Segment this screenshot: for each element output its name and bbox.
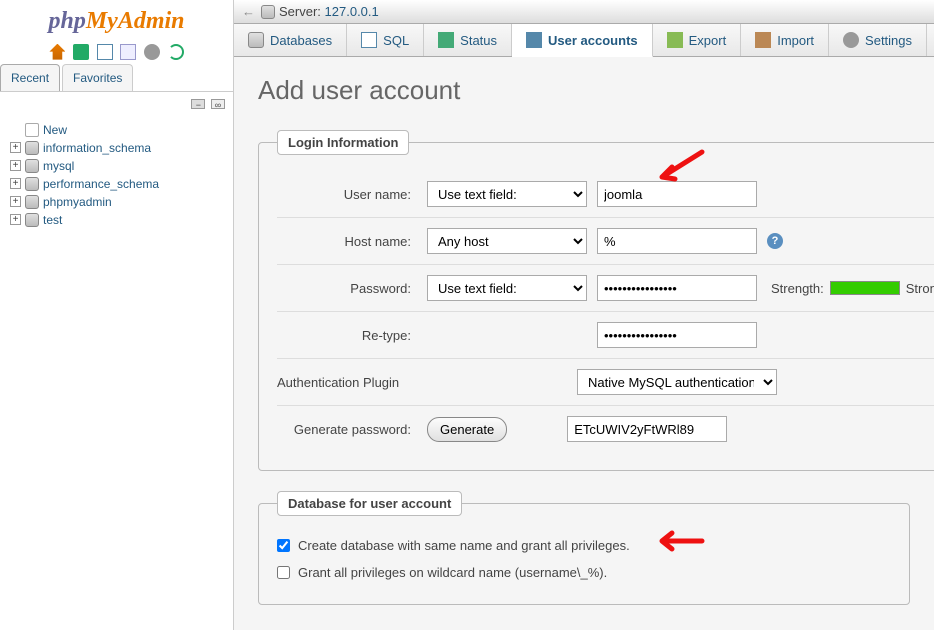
- tab-label: Databases: [270, 33, 332, 48]
- tab-label: User accounts: [548, 33, 638, 48]
- wildcard-label: Grant all privileges on wildcard name (u…: [298, 565, 607, 580]
- databases-icon: [248, 32, 264, 48]
- generated-password-input[interactable]: [567, 416, 727, 442]
- reload-icon[interactable]: [168, 44, 184, 60]
- database-icon: [25, 159, 39, 173]
- expand-icon[interactable]: +: [10, 160, 21, 171]
- annotation-arrow-icon: [647, 526, 707, 556]
- server-value[interactable]: 127.0.0.1: [325, 4, 379, 19]
- logo-php: php: [48, 8, 85, 34]
- user-accounts-icon: [526, 32, 542, 48]
- hostname-label: Host name:: [277, 234, 427, 249]
- strength-value: Strong: [906, 281, 934, 296]
- db-tree: New + information_schema + mysql + perfo…: [0, 115, 233, 235]
- breadcrumb: ← Server: 127.0.0.1: [234, 0, 934, 24]
- retype-input[interactable]: [597, 322, 757, 348]
- status-icon: [438, 32, 454, 48]
- logo[interactable]: phpMyAdmin: [0, 0, 233, 39]
- tab-sql[interactable]: SQL: [347, 24, 424, 56]
- tree-label: information_schema: [43, 141, 151, 155]
- logout-icon[interactable]: [73, 44, 89, 60]
- tab-label: SQL: [383, 33, 409, 48]
- sql-icon: [361, 32, 377, 48]
- database-icon: [25, 195, 39, 209]
- tree-new-label: New: [43, 123, 67, 137]
- gear-icon: [843, 32, 859, 48]
- tab-label: Settings: [865, 33, 912, 48]
- export-icon: [667, 32, 683, 48]
- database-user-fieldset: Database for user account Create databas…: [258, 491, 910, 605]
- expand-icon[interactable]: +: [10, 196, 21, 207]
- nav-tab-favorites[interactable]: Favorites: [62, 64, 133, 91]
- database-user-legend: Database for user account: [277, 491, 462, 516]
- tab-databases[interactable]: Databases: [234, 24, 347, 56]
- login-info-legend: Login Information: [277, 130, 409, 155]
- username-mode-select[interactable]: Use text field:: [427, 181, 587, 207]
- tab-status[interactable]: Status: [424, 24, 512, 56]
- tree-item-mysql[interactable]: + mysql: [4, 157, 229, 175]
- password-label: Password:: [277, 281, 427, 296]
- username-input[interactable]: [597, 181, 757, 207]
- tree-item-information-schema[interactable]: + information_schema: [4, 139, 229, 157]
- password-mode-select[interactable]: Use text field:: [427, 275, 587, 301]
- tree-item-phpmyadmin[interactable]: + phpmyadmin: [4, 193, 229, 211]
- host-mode-select[interactable]: Any host: [427, 228, 587, 254]
- expand-icon[interactable]: +: [10, 178, 21, 189]
- database-icon: [25, 177, 39, 191]
- create-db-label: Create database with same name and grant…: [298, 538, 630, 553]
- generate-button[interactable]: Generate: [427, 417, 507, 442]
- logo-admin: Admin: [118, 8, 185, 34]
- tab-import[interactable]: Import: [741, 24, 829, 56]
- tab-export[interactable]: Export: [653, 24, 742, 56]
- tab-label: Export: [689, 33, 727, 48]
- tab-settings[interactable]: Settings: [829, 24, 927, 56]
- expand-icon[interactable]: +: [10, 214, 21, 225]
- database-icon: [25, 141, 39, 155]
- import-icon: [755, 32, 771, 48]
- tree-label: performance_schema: [43, 177, 159, 191]
- collapse-icon[interactable]: −: [191, 99, 205, 109]
- tab-label: Status: [460, 33, 497, 48]
- generate-label: Generate password:: [277, 422, 427, 437]
- nav-tab-recent[interactable]: Recent: [0, 64, 60, 91]
- tree-item-test[interactable]: + test: [4, 211, 229, 229]
- retype-label: Re-type:: [277, 328, 427, 343]
- host-input[interactable]: [597, 228, 757, 254]
- server-label: Server:: [279, 4, 321, 19]
- auth-plugin-select[interactable]: Native MySQL authentication: [577, 369, 777, 395]
- tree-label: phpmyadmin: [43, 195, 112, 209]
- strength-bar: [830, 281, 900, 295]
- tree-label: mysql: [43, 159, 74, 173]
- auth-plugin-label: Authentication Plugin: [277, 375, 577, 390]
- settings-icon[interactable]: [144, 44, 160, 60]
- database-icon: [25, 213, 39, 227]
- sidebar-nav-tabs: Recent Favorites: [0, 64, 233, 92]
- new-db-icon: [25, 123, 39, 137]
- sql-icon[interactable]: [97, 44, 113, 60]
- help-icon[interactable]: ?: [767, 233, 783, 249]
- sidebar-toolbar: [0, 39, 233, 64]
- tab-user-accounts[interactable]: User accounts: [512, 24, 653, 57]
- main-panel: ← Server: 127.0.0.1 Databases SQL Status…: [234, 0, 934, 630]
- link-icon[interactable]: ∞: [211, 99, 225, 109]
- tree-item-performance-schema[interactable]: + performance_schema: [4, 175, 229, 193]
- tab-label: Import: [777, 33, 814, 48]
- docs-icon[interactable]: [120, 44, 136, 60]
- server-icon: [261, 5, 275, 19]
- tree-label: test: [43, 213, 62, 227]
- page-title: Add user account: [258, 75, 910, 106]
- username-label: User name:: [277, 187, 427, 202]
- login-info-fieldset: Login Information User name: Use text fi…: [258, 130, 934, 471]
- create-db-checkbox[interactable]: [277, 539, 290, 552]
- password-input[interactable]: [597, 275, 757, 301]
- wildcard-checkbox[interactable]: [277, 566, 290, 579]
- sidebar: phpMyAdmin Recent Favorites − ∞ New: [0, 0, 234, 630]
- tree-new[interactable]: New: [4, 121, 229, 139]
- strength-label: Strength:: [771, 281, 824, 296]
- breadcrumb-arrow-icon: ←: [242, 4, 255, 19]
- logo-my: My: [86, 8, 118, 34]
- home-icon[interactable]: [49, 44, 65, 60]
- expand-icon[interactable]: +: [10, 142, 21, 153]
- top-tabs: Databases SQL Status User accounts Expor…: [234, 24, 934, 57]
